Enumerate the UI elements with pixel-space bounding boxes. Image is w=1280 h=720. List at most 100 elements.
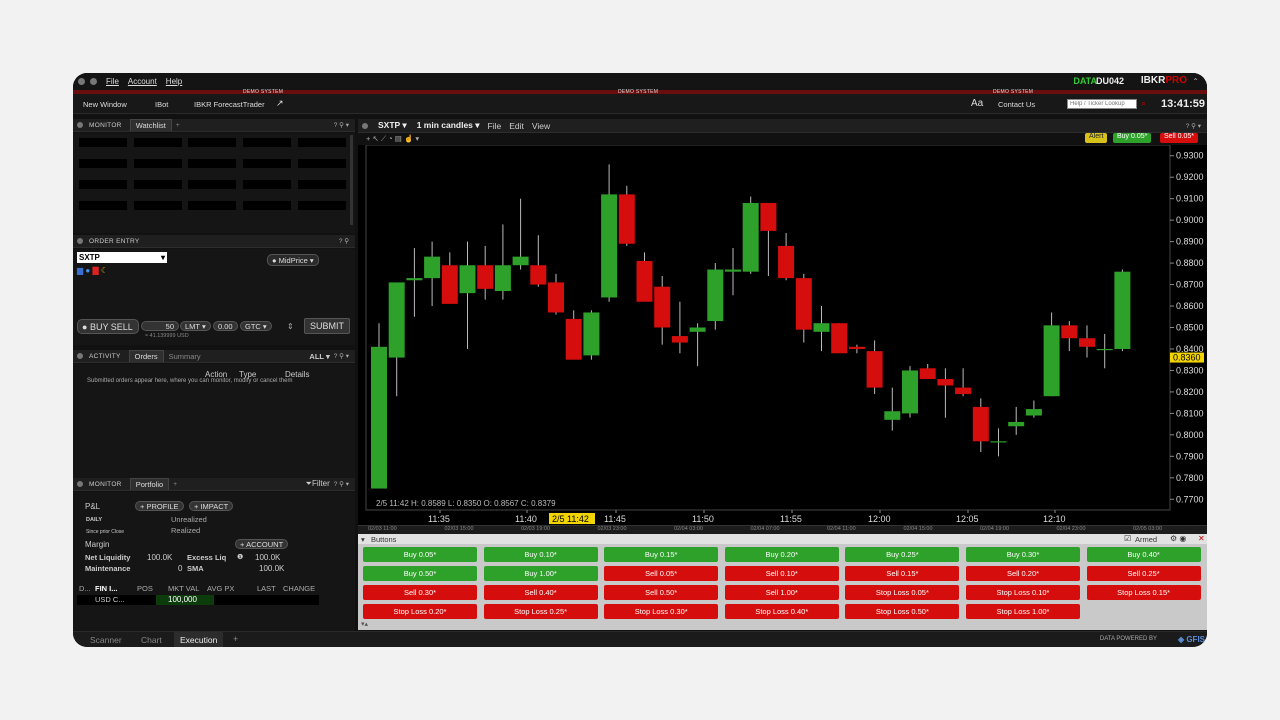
watchlist-scrollbar[interactable] [350, 135, 353, 225]
symbol-input[interactable]: SXTP ▾ [77, 252, 167, 263]
account-button[interactable]: + ACCOUNT [235, 539, 289, 549]
tab-summary[interactable]: Summary [164, 351, 206, 362]
column-fin-instrument[interactable]: FIN I... [95, 584, 118, 593]
order-button[interactable]: Buy 0.05* [363, 547, 477, 562]
column-pos[interactable]: POS [137, 584, 153, 593]
order-button[interactable]: Buy 0.10* [483, 547, 598, 562]
order-button[interactable]: Buy 0.20* [724, 547, 839, 562]
external-link-icon[interactable]: ↗ [276, 98, 284, 109]
column-change[interactable]: CHANGE [283, 584, 315, 593]
watchlist-cell[interactable] [188, 180, 236, 189]
candlestick-chart[interactable]: 0.9300 0.9200 0.9100 0.9000 0.8900 0.8800 0.87… [358, 144, 1207, 525]
panel-controls-icon[interactable]: ? ⚲ ▾ [334, 352, 349, 360]
activity-filter[interactable]: ALL ▾ [309, 352, 329, 361]
font-size-button[interactable]: Aa [971, 98, 983, 109]
watchlist-cell[interactable] [243, 201, 291, 210]
order-button[interactable]: Sell 0.20* [966, 566, 1080, 581]
watchlist-cell[interactable] [79, 159, 127, 168]
drawing-tools-icon[interactable]: + ↖ ⟋ ◔ ▤ ☝ ▾ [366, 134, 419, 144]
order-button[interactable]: Stop Loss 0.50* [845, 604, 960, 619]
chart-menu-edit[interactable]: Edit [509, 121, 524, 131]
add-tab-icon[interactable]: + [233, 634, 238, 644]
watchlist-cell[interactable] [134, 180, 182, 189]
panel-controls-icon[interactable]: ? ⚲ ▾ [334, 480, 349, 488]
column-mkt-val[interactable]: MKT VAL [168, 584, 199, 593]
order-button[interactable]: Buy 0.15* [604, 547, 719, 562]
panel-controls-icon[interactable]: ? ⚲ ▾ [1186, 122, 1201, 130]
panel-controls-icon[interactable]: ? ⚲ ▾ [334, 121, 349, 129]
panel-menu-icon[interactable] [77, 238, 83, 244]
watchlist-cell[interactable] [134, 159, 182, 168]
watchlist-cell[interactable] [79, 201, 127, 210]
search-icon[interactable]: ⌕ [1141, 98, 1146, 109]
column-avg-px[interactable]: AVG PX [207, 584, 234, 593]
column-d[interactable]: D... [79, 584, 91, 593]
limit-price-input[interactable]: 0.00 [213, 321, 238, 331]
tab-execution[interactable]: Execution [174, 632, 224, 647]
order-button[interactable]: Sell 0.05* [604, 566, 719, 581]
order-button[interactable]: Stop Loss 0.25* [483, 604, 598, 619]
contact-us-button[interactable]: Contact Us [998, 100, 1035, 109]
order-button[interactable]: Sell 0.50* [604, 585, 719, 600]
order-button[interactable]: Stop Loss 0.40* [724, 604, 839, 619]
armed-checkbox[interactable]: ☑ [1124, 534, 1131, 543]
watchlist-cell[interactable] [243, 180, 291, 189]
panel-controls-icon[interactable]: ? ⚲ [339, 237, 349, 245]
order-button[interactable]: Stop Loss 1.00* [966, 604, 1080, 619]
submit-button[interactable]: SUBMIT [304, 318, 350, 334]
order-button[interactable]: Buy 0.50* [363, 566, 477, 581]
impact-button[interactable]: + IMPACT [189, 501, 234, 511]
order-button[interactable]: Stop Loss 0.10* [966, 585, 1080, 600]
tab-orders[interactable]: Orders [128, 350, 164, 362]
filter-button[interactable]: ⏷Filter [306, 479, 330, 489]
watchlist-cell[interactable] [134, 201, 182, 210]
menu-file[interactable]: File [106, 77, 119, 86]
chart-symbol[interactable]: SXTP ▾ [378, 120, 407, 131]
more-options-icon[interactable]: ⇕ [287, 322, 294, 331]
order-button[interactable]: Sell 1.00* [724, 585, 839, 600]
order-button[interactable]: Sell 0.10* [724, 566, 839, 581]
new-window-button[interactable]: New Window [83, 100, 127, 109]
watchlist-cell[interactable] [188, 138, 236, 147]
watchlist-cell[interactable] [243, 138, 291, 147]
info-icon[interactable]: ❶ [237, 553, 243, 561]
sell-label[interactable]: SELL [111, 322, 133, 332]
order-button[interactable]: Stop Loss 0.15* [1086, 585, 1201, 600]
watchlist-cell[interactable] [298, 159, 346, 168]
watchlist-cell[interactable] [243, 159, 291, 168]
order-button[interactable]: Sell 0.40* [483, 585, 598, 600]
order-button[interactable]: Sell 0.15* [845, 566, 960, 581]
watchlist-cell[interactable] [188, 201, 236, 210]
quick-buy-button[interactable]: Buy 0.05* [1113, 133, 1152, 143]
tab-scanner[interactable]: Scanner [90, 635, 122, 645]
chart-menu-file[interactable]: File [488, 121, 502, 131]
add-tab-icon[interactable]: + [176, 122, 180, 129]
tif-dropdown[interactable]: GTC ▾ [240, 321, 272, 331]
watchlist-cell[interactable] [79, 180, 127, 189]
order-button[interactable]: Stop Loss 0.20* [363, 604, 477, 619]
watchlist-cell[interactable] [298, 138, 346, 147]
table-row[interactable]: USD C... 100,000 [77, 595, 319, 605]
watchlist-cell[interactable] [79, 138, 127, 147]
settings-icon[interactable]: ⚙ ◉ [1170, 534, 1186, 543]
menu-account[interactable]: Account [128, 77, 157, 86]
tab-portfolio[interactable]: Portfolio [129, 478, 170, 490]
order-button[interactable]: Buy 0.40* [1086, 547, 1201, 562]
interval-dropdown[interactable]: 1 min candles ▾ [417, 120, 480, 131]
watchlist-cell[interactable] [134, 138, 182, 147]
tab-chart[interactable]: Chart [141, 635, 162, 645]
order-type-dropdown[interactable]: LMT ▾ [180, 321, 211, 331]
tab-watchlist[interactable]: Watchlist [129, 119, 172, 131]
quantity-stepper[interactable]: 50 [141, 321, 179, 331]
order-button[interactable]: Buy 1.00* [483, 566, 598, 581]
order-button[interactable]: Sell 0.30* [363, 585, 477, 600]
order-button[interactable]: Stop Loss 0.30* [604, 604, 719, 619]
panel-menu-icon[interactable] [362, 122, 368, 129]
ticker-search-input[interactable] [1067, 99, 1137, 109]
alert-button[interactable]: Alert [1085, 133, 1108, 143]
profile-button[interactable]: + PROFILE [135, 501, 184, 511]
ibot-button[interactable]: IBot [155, 100, 168, 109]
minimize-window-icon[interactable]: ⌃ [1192, 77, 1199, 86]
forecast-trader-button[interactable]: IBKR ForecastTrader [194, 100, 265, 109]
window-minimize-icon[interactable] [90, 78, 97, 85]
